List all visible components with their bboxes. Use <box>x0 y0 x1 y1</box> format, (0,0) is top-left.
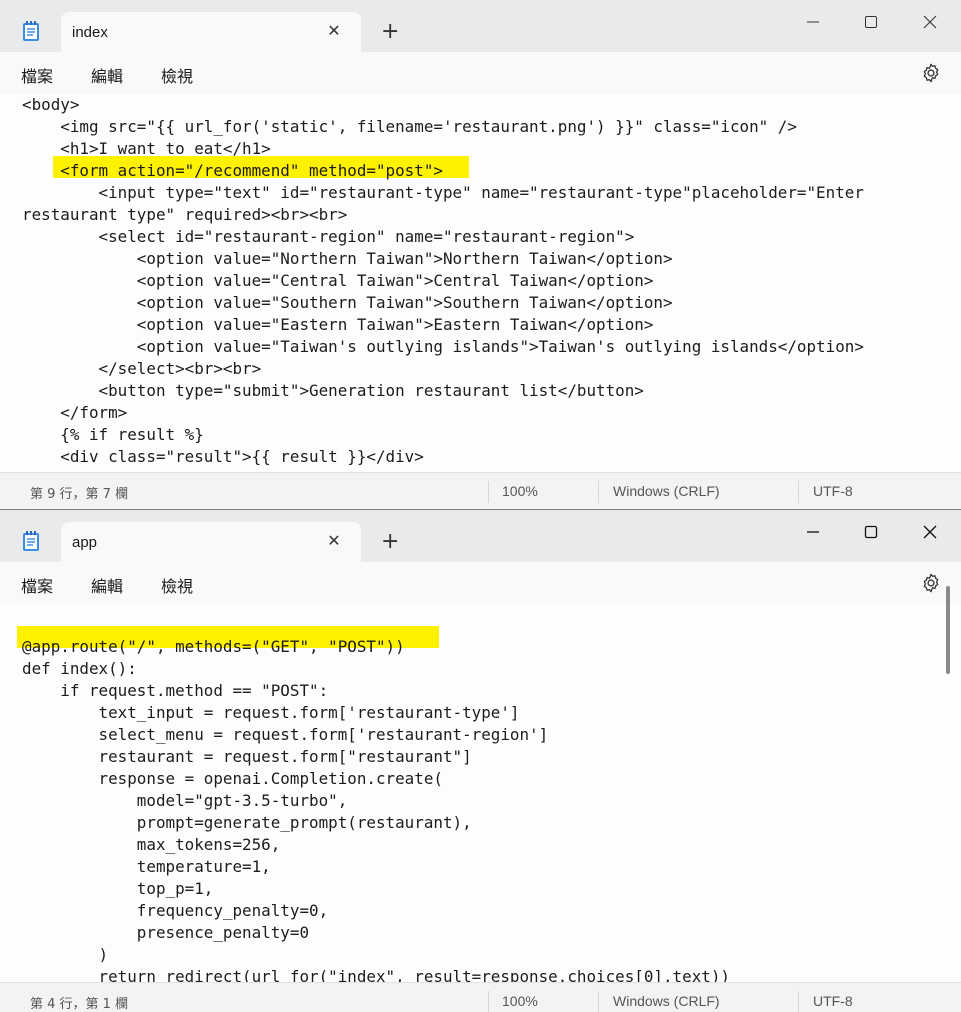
cursor-position: 第 9 行，第 7 欄 <box>30 487 129 502</box>
code-line: <body> <box>22 95 80 114</box>
code-line: </select><br><br> <box>22 359 262 378</box>
code-line: <img src="{{ url_for('static', filename=… <box>22 117 797 136</box>
status-bar: 第 4 行，第 1 欄 100% Windows (CRLF) UTF-8 <box>0 982 961 1012</box>
code-line: model="gpt-3.5-turbo", <box>22 791 348 810</box>
code-line: temperature=1, <box>22 857 271 876</box>
text-editor[interactable]: @app.route("/", methods=("GET", "POST"))… <box>0 604 961 982</box>
status-bar: 第 9 行，第 7 欄 100% Windows (CRLF) UTF-8 <box>0 472 961 509</box>
code-line: presence_penalty=0 <box>22 923 310 942</box>
maximize-icon[interactable] <box>861 522 881 542</box>
code-line: <div class="result">{{ result }}</div> <box>22 447 424 466</box>
line-ending[interactable]: Windows (CRLF) <box>613 483 720 499</box>
code-line: prompt=generate_prompt(restaurant), <box>22 813 472 832</box>
text-editor[interactable]: <body> <img src="{{ url_for('static', fi… <box>0 94 961 472</box>
code-line: max_tokens=256, <box>22 835 281 854</box>
close-icon[interactable]: ✕ <box>325 22 343 40</box>
code-line: {% if result %} <box>22 425 204 444</box>
notepad-window-index: index ✕ + 檔案 編輯 檢視 <body> <img src="{{ u… <box>0 0 961 510</box>
plus-icon[interactable]: + <box>381 531 399 553</box>
code-line: <option value="Eastern Taiwan">Eastern T… <box>22 315 654 334</box>
encoding[interactable]: UTF-8 <box>813 993 853 1009</box>
tab-app[interactable]: app ✕ <box>61 522 361 562</box>
code-line: @app.route("/", methods=("GET", "POST")) <box>22 637 405 656</box>
code-line: <button type="submit">Generation restaur… <box>22 381 644 400</box>
menu-view[interactable]: 檢視 <box>161 63 193 87</box>
code-line: restaurant = request.form["restaurant"] <box>22 747 472 766</box>
minimize-icon[interactable] <box>803 12 823 32</box>
code-content: <body> <img src="{{ url_for('static', fi… <box>22 94 864 468</box>
vertical-scrollbar[interactable] <box>946 586 950 674</box>
code-line: <input type="text" id="restaurant-type" … <box>22 183 864 202</box>
line-ending[interactable]: Windows (CRLF) <box>613 993 720 1009</box>
code-line: </form> <box>22 403 128 422</box>
menu-edit[interactable]: 編輯 <box>91 63 123 87</box>
close-window-icon[interactable] <box>920 522 940 542</box>
maximize-icon[interactable] <box>861 12 881 32</box>
code-line: <option value="Northern Taiwan">Northern… <box>22 249 673 268</box>
zoom-level[interactable]: 100% <box>502 993 538 1009</box>
gear-icon[interactable] <box>920 572 942 594</box>
menu-view[interactable]: 檢視 <box>161 573 193 597</box>
code-line: <option value="Taiwan's outlying islands… <box>22 337 864 356</box>
code-line: def index(): <box>22 659 137 678</box>
code-line: response = openai.Completion.create( <box>22 769 443 788</box>
code-line: top_p=1, <box>22 879 214 898</box>
code-line: frequency_penalty=0, <box>22 901 329 920</box>
gear-icon[interactable] <box>920 62 942 84</box>
close-icon[interactable]: ✕ <box>325 532 343 550</box>
code-line: <h1>I want to eat</h1> <box>22 139 271 158</box>
encoding[interactable]: UTF-8 <box>813 483 853 499</box>
notepad-window-app: app ✕ + 檔案 編輯 檢視 @app.route("/", methods… <box>0 510 961 1012</box>
menu-file[interactable]: 檔案 <box>21 63 53 87</box>
menu-bar: 檔案 編輯 檢視 <box>0 52 961 95</box>
code-line: text_input = request.form['restaurant-ty… <box>22 703 520 722</box>
cursor-position: 第 4 行，第 1 欄 <box>30 997 129 1012</box>
code-line: select_menu = request.form['restaurant-r… <box>22 725 549 744</box>
notepad-icon <box>23 531 39 551</box>
menu-file[interactable]: 檔案 <box>21 573 53 597</box>
minimize-icon[interactable] <box>803 522 823 542</box>
code-line: <select id="restaurant-region" name="res… <box>22 227 635 246</box>
tab-title: app <box>72 534 98 551</box>
tab-title: index <box>72 24 108 41</box>
close-window-icon[interactable] <box>920 12 940 32</box>
menu-edit[interactable]: 編輯 <box>91 573 123 597</box>
notepad-icon <box>23 21 39 41</box>
title-bar[interactable]: index ✕ + <box>0 0 961 52</box>
tab-index[interactable]: index ✕ <box>61 12 361 52</box>
title-bar[interactable]: app ✕ + <box>0 510 961 562</box>
plus-icon[interactable]: + <box>381 21 399 43</box>
zoom-level[interactable]: 100% <box>502 483 538 499</box>
code-line: ) <box>22 945 109 964</box>
menu-bar: 檔案 編輯 檢視 <box>0 562 961 605</box>
code-line: return redirect(url_for("index", result=… <box>22 967 730 982</box>
code-line: restaurant type" required><br><br> <box>22 205 348 224</box>
code-line: <option value="Southern Taiwan">Southern… <box>22 293 673 312</box>
code-content: @app.route("/", methods=("GET", "POST"))… <box>22 614 730 982</box>
code-line: <option value="Central Taiwan">Central T… <box>22 271 654 290</box>
code-line: if request.method == "POST": <box>22 681 329 700</box>
code-line: <form action="/recommend" method="post"> <box>22 161 443 180</box>
